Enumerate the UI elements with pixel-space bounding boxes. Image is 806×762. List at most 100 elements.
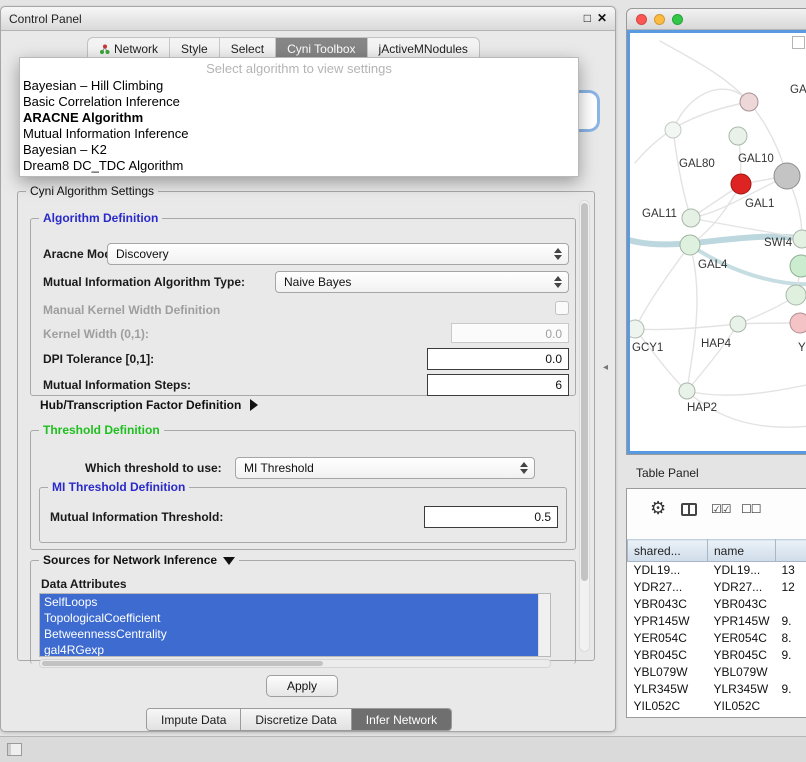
- data-attribute-item[interactable]: BetweennessCentrality: [40, 626, 538, 642]
- deselect-all-columns-icon[interactable]: ☐☐: [741, 502, 761, 516]
- minimize-traffic-light[interactable]: [654, 14, 665, 25]
- table-row[interactable]: YER054CYER054C8.: [628, 630, 806, 647]
- node-label: GCY1: [632, 342, 663, 354]
- network-edge: [635, 324, 738, 330]
- data-attribute-item[interactable]: TopologicalCoefficient: [40, 610, 538, 626]
- network-tab-icon: [99, 44, 110, 55]
- data-attribute-item[interactable]: gal4RGexp: [40, 642, 538, 657]
- table-cell: 9.: [776, 613, 806, 630]
- column-chooser-icon[interactable]: [681, 503, 697, 516]
- select-all-columns-icon[interactable]: ☑☑: [711, 502, 731, 516]
- close-traffic-light[interactable]: [636, 14, 647, 25]
- network-node[interactable]: [730, 316, 746, 332]
- table-cell: YBR043C: [628, 596, 708, 613]
- splitter-collapse-icon[interactable]: ◂: [603, 362, 608, 373]
- birdseye-toggle[interactable]: [792, 36, 805, 49]
- aracne-mode-select[interactable]: Discovery: [107, 243, 569, 265]
- network-edge: [673, 89, 749, 130]
- network-node[interactable]: [790, 255, 806, 277]
- network-node[interactable]: [682, 209, 700, 227]
- node-label: SWI4: [764, 237, 793, 249]
- table-row[interactable]: YBR043CYBR043C: [628, 596, 806, 613]
- tab-infer-network[interactable]: Infer Network: [352, 709, 451, 730]
- table-cell: [776, 596, 806, 613]
- list-vertical-scrollbar[interactable]: [538, 594, 550, 656]
- close-panel-icon[interactable]: ✕: [597, 11, 607, 25]
- control-panel-titlebar[interactable]: Control Panel □ ✕: [1, 7, 615, 31]
- list-horizontal-scrollbar[interactable]: [39, 659, 551, 668]
- dpi-tolerance-label: DPI Tolerance [0,1]:: [43, 352, 154, 366]
- table-cell: 9.: [776, 647, 806, 664]
- manual-kernel-checkbox[interactable]: [555, 301, 569, 315]
- table-cell: YDR27...: [628, 579, 708, 596]
- network-node[interactable]: [774, 163, 800, 189]
- tab-label: Cyni Toolbox: [287, 42, 355, 56]
- float-window-icon[interactable]: □: [584, 11, 591, 25]
- network-node[interactable]: [729, 127, 747, 145]
- table-cell: 13: [776, 562, 806, 579]
- node-label: GAL11: [642, 208, 677, 220]
- dock-panel-icon[interactable]: [7, 743, 22, 756]
- network-view-window: GAL80GAL10GAL11GAL1SWI4GAL4GCY1HAP4HAP2Y…: [626, 8, 806, 455]
- sources-group-toggle[interactable]: Sources for Network Inference: [39, 553, 239, 567]
- desktop: Control Panel □ ✕ Network Style Select: [0, 0, 806, 762]
- data-attribute-item[interactable]: SelfLoops: [40, 594, 538, 610]
- network-node[interactable]: [790, 313, 806, 333]
- data-attributes-list[interactable]: SelfLoopsTopologicalCoefficientBetweenne…: [39, 593, 551, 657]
- table-cell: YBR045C: [628, 647, 708, 664]
- algorithm-option[interactable]: Mutual Information Inference: [20, 126, 578, 142]
- network-node[interactable]: [665, 122, 681, 138]
- table-row[interactable]: YBR045CYBR045C9.: [628, 647, 806, 664]
- threshold-definition-group: Threshold Definition Which threshold to …: [30, 430, 576, 550]
- mi-threshold-group-title: MI Threshold Definition: [48, 480, 189, 494]
- table-row[interactable]: YDL19...YDL19...13: [628, 562, 806, 579]
- apply-button[interactable]: Apply: [266, 675, 338, 697]
- table-settings-gear-icon[interactable]: ⚙: [650, 498, 666, 519]
- table-panel-title: Table Panel: [636, 466, 699, 480]
- table-row[interactable]: YPR145WYPR145W9.: [628, 613, 806, 630]
- network-node[interactable]: [680, 235, 700, 255]
- algorithm-option[interactable]: ARACNE Algorithm: [20, 110, 578, 126]
- table-cell: YBR043C: [708, 596, 776, 613]
- hub-definition-label: Hub/Transcription Factor Definition: [40, 398, 241, 412]
- column-header-name[interactable]: name: [708, 540, 776, 562]
- settings-scrollbar[interactable]: [579, 200, 590, 652]
- kernel-width-field[interactable]: 0.0: [451, 323, 569, 343]
- zoom-traffic-light[interactable]: [672, 14, 683, 25]
- algorithm-option[interactable]: Bayesian – K2: [20, 142, 578, 158]
- algorithm-dropdown: Select algorithm to view settings Bayesi…: [19, 57, 579, 177]
- manual-kernel-label: Manual Kernel Width Definition: [43, 303, 220, 317]
- algorithm-option[interactable]: Bayesian – Hill Climbing: [20, 78, 578, 94]
- network-window-titlebar[interactable]: [627, 9, 806, 30]
- dpi-tolerance-field[interactable]: 0.0: [427, 348, 569, 370]
- network-node[interactable]: [793, 230, 806, 248]
- table-cell: YDL19...: [708, 562, 776, 579]
- table-row[interactable]: YIL052CYIL052C: [628, 698, 806, 715]
- network-node[interactable]: [731, 174, 751, 194]
- network-edge: [687, 381, 806, 395]
- algorithm-option[interactable]: Dream8 DC_TDC Algorithm: [20, 158, 578, 174]
- network-node[interactable]: [679, 383, 695, 399]
- network-edge: [687, 245, 697, 391]
- column-header-extra[interactable]: [776, 540, 806, 562]
- table-row[interactable]: YBL079WYBL079W: [628, 664, 806, 681]
- mi-type-select[interactable]: Naive Bayes: [275, 271, 569, 293]
- table-row[interactable]: YDR27...YDR27...12: [628, 579, 806, 596]
- scrollbar-thumb[interactable]: [581, 203, 588, 581]
- column-header-shared-name[interactable]: shared...: [628, 540, 708, 562]
- algorithm-option[interactable]: Basic Correlation Inference: [20, 94, 578, 110]
- hub-definition-toggle[interactable]: Hub/Transcription Factor Definition: [40, 398, 258, 412]
- network-node[interactable]: [740, 93, 758, 111]
- mi-threshold-field[interactable]: 0.5: [424, 506, 558, 528]
- table-row[interactable]: YLR345WYLR345W9.: [628, 681, 806, 698]
- tab-impute-data[interactable]: Impute Data: [147, 709, 241, 730]
- network-canvas[interactable]: GAL80GAL10GAL11GAL1SWI4GAL4GCY1HAP4HAP2Y…: [627, 30, 806, 454]
- table-cell: YDL19...: [628, 562, 708, 579]
- table-panel-window: ⚙ ☑☑ ☐☐ shared... name YDL19...YDL19...1…: [626, 488, 806, 718]
- mi-steps-field[interactable]: 6: [427, 374, 569, 396]
- network-node[interactable]: [786, 285, 806, 305]
- tab-discretize-data[interactable]: Discretize Data: [241, 709, 351, 730]
- network-node[interactable]: [630, 320, 644, 338]
- which-threshold-select[interactable]: MI Threshold: [235, 457, 535, 479]
- table-cell: YBL079W: [628, 664, 708, 681]
